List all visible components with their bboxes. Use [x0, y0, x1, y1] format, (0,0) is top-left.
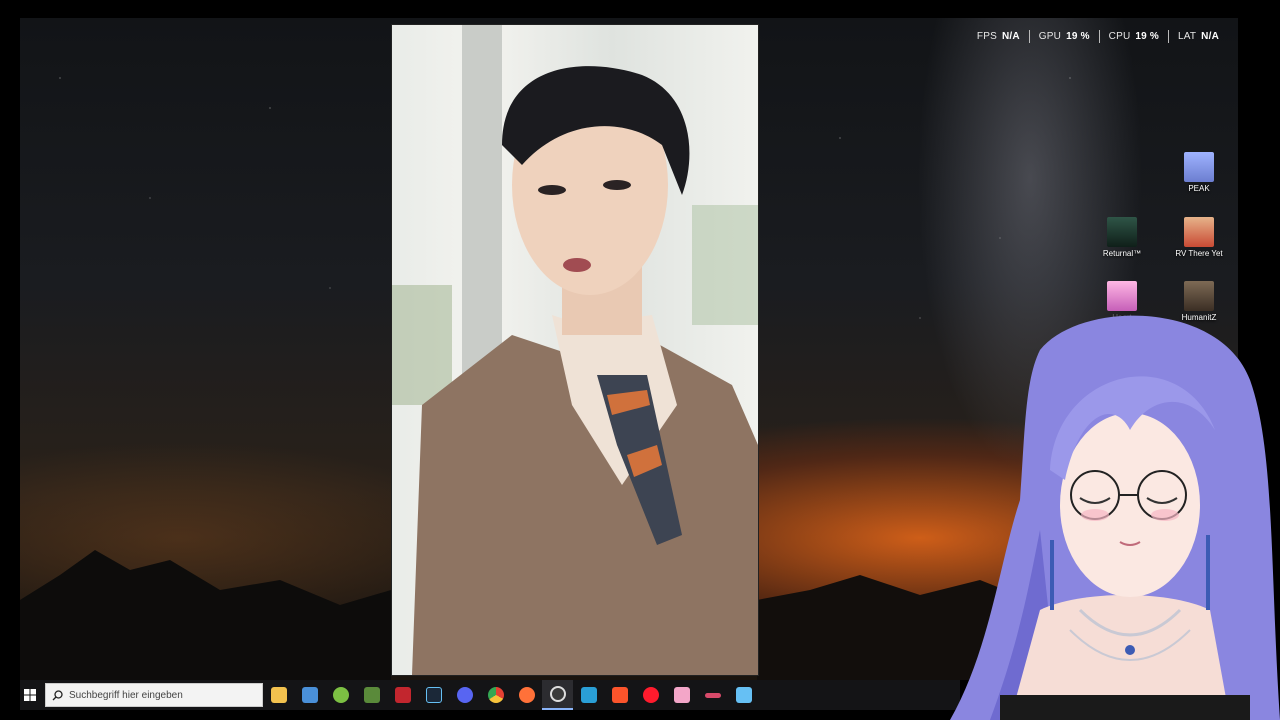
taskbar-app-chrome[interactable] [480, 680, 511, 710]
gpu-readout: GPU 19 % [1038, 31, 1090, 42]
video-player-window[interactable] [391, 24, 759, 676]
latency-readout: LAT N/A [1177, 31, 1219, 42]
taskbar-app-steam-alt[interactable] [728, 680, 759, 710]
taskbar-app-tool[interactable] [697, 680, 728, 710]
pink-app-icon [673, 687, 690, 703]
taskbar-app-brave[interactable] [604, 680, 635, 710]
taskbar-app-firefox[interactable] [511, 680, 542, 710]
cpu-readout: CPU 19 % [1108, 31, 1159, 42]
start-button[interactable] [20, 685, 40, 705]
media-app-icon [394, 687, 411, 703]
peak-game-icon [1184, 152, 1214, 182]
desktop-icon-label: Returnal™ [1102, 249, 1142, 258]
returnal-game-icon [1107, 217, 1137, 247]
taskbar-search-box[interactable] [45, 683, 263, 707]
taskbar-app-file-explorer[interactable] [263, 680, 294, 710]
discord-icon [456, 687, 473, 703]
anime-game-icon [1107, 281, 1137, 311]
taskbar-app-pink[interactable] [666, 680, 697, 710]
performance-overlay: FPS N/A GPU 19 % CPU 19 % LAT N/A [968, 30, 1228, 43]
steam-icon [425, 687, 442, 703]
taskbar-app-discord[interactable] [449, 680, 480, 710]
desktop-icon-returnal[interactable]: Returnal™ [1087, 217, 1157, 258]
calculator-icon [301, 687, 318, 703]
vtuber-avatar [950, 315, 1280, 720]
taskbar-app-opera[interactable] [635, 680, 666, 710]
steam-alt-icon [735, 687, 752, 703]
desktop-icon-label: RV There Yet [1175, 249, 1223, 258]
taskbar-app-minecraft[interactable] [356, 680, 387, 710]
taskbar-app-calculator[interactable] [294, 680, 325, 710]
desktop-icon-label: PEAK [1188, 184, 1210, 193]
taskbar-app-blue[interactable] [573, 680, 604, 710]
opera-icon [642, 687, 659, 703]
search-input[interactable] [69, 689, 249, 701]
brave-icon [611, 687, 628, 703]
desktop-icon-rv-there-yet[interactable]: RV There Yet [1164, 217, 1234, 258]
obs-icon [549, 686, 566, 702]
windows-icon [24, 689, 36, 701]
tool-icon [704, 692, 721, 698]
search-icon [52, 689, 63, 700]
taskbar-app-steam[interactable] [418, 680, 449, 710]
minecraft-icon [363, 687, 380, 703]
file-explorer-icon [270, 687, 287, 703]
taskbar-app-android[interactable] [325, 680, 356, 710]
taskbar-app-media[interactable] [387, 680, 418, 710]
taskbar-app-obs[interactable] [542, 680, 573, 710]
android-app-icon [332, 687, 349, 703]
firefox-icon [518, 687, 535, 703]
chrome-icon [487, 687, 504, 703]
video-frame-person [392, 25, 758, 675]
taskbar [20, 680, 960, 710]
humanitz-game-icon [1184, 281, 1214, 311]
fps-readout: FPS N/A [976, 31, 1020, 42]
desktop-icon-peak[interactable]: PEAK [1164, 152, 1234, 193]
rv-there-yet-game-icon [1184, 217, 1214, 247]
app-blue-icon [580, 687, 597, 703]
